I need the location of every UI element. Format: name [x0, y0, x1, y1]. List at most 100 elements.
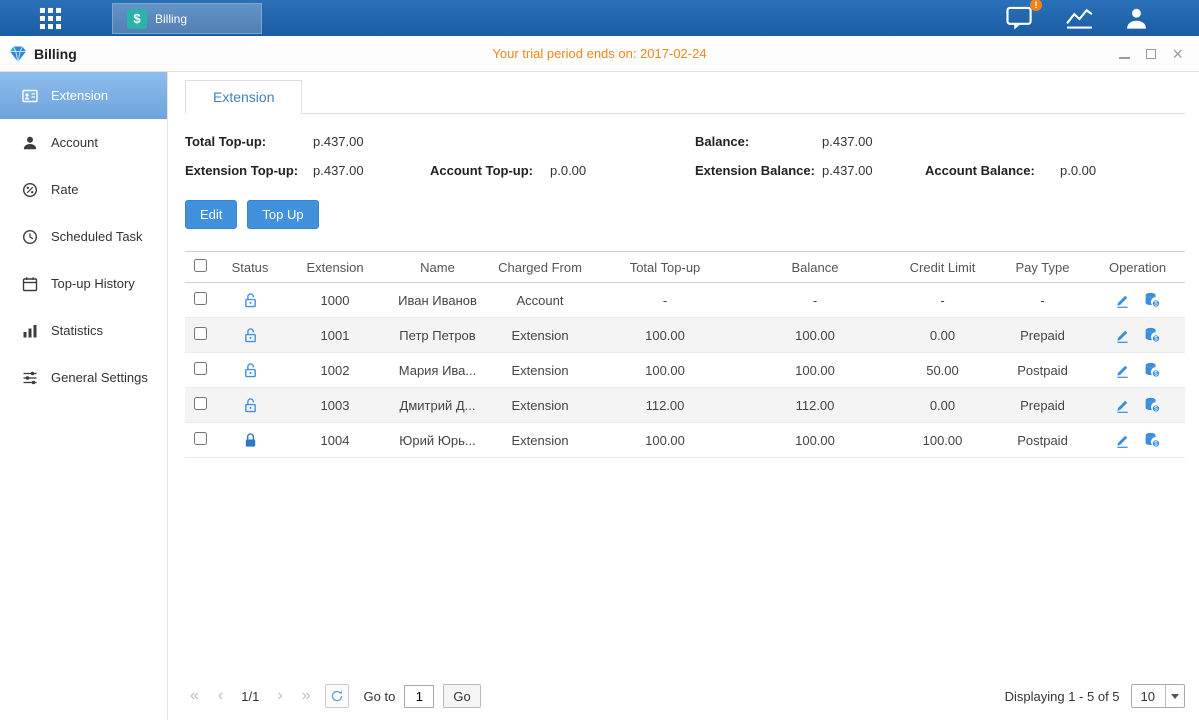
page-size-select[interactable]: 10	[1131, 684, 1185, 708]
cell-total-topup: 112.00	[590, 388, 740, 423]
pagination-right: Displaying 1 - 5 of 5 10	[1005, 684, 1185, 708]
window-title: Billing	[0, 45, 77, 63]
window-titlebar: Billing Your trial period ends on: 2017-…	[0, 36, 1199, 72]
close-button[interactable]: ×	[1172, 46, 1183, 62]
table-row[interactable]: 1002 Мария Ива... Extension 100.00 100.0…	[185, 353, 1185, 388]
extension-balance-value: p.437.00	[822, 156, 925, 185]
extension-table: Status Extension Name Charged From Total…	[185, 251, 1185, 458]
bar-chart-icon	[22, 323, 38, 339]
notifications-button[interactable]: !	[1006, 5, 1035, 31]
prev-page-button[interactable]: ‹	[213, 687, 228, 705]
table-row[interactable]: 1004 Юрий Юрь... Extension 100.00 100.00…	[185, 423, 1185, 458]
last-page-button[interactable]: »	[297, 687, 316, 705]
row-checkbox[interactable]	[194, 362, 207, 375]
tab-extension[interactable]: Extension	[185, 80, 302, 114]
sidebar-item-account[interactable]: Account	[0, 119, 167, 166]
cell-extension: 1003	[285, 388, 385, 423]
top-up-row-icon[interactable]	[1144, 432, 1160, 448]
line-chart-icon	[1065, 7, 1094, 30]
apps-grid-button[interactable]	[28, 0, 72, 36]
taskbar-billing-tab[interactable]: $ Billing	[112, 3, 262, 34]
col-name: Name	[385, 252, 490, 283]
person-icon	[22, 135, 38, 151]
col-balance: Balance	[740, 252, 890, 283]
top-up-button[interactable]: Top Up	[247, 200, 318, 229]
row-checkbox[interactable]	[194, 292, 207, 305]
status-lock-icon[interactable]	[243, 432, 258, 447]
sidebar-item-general-settings[interactable]: General Settings	[0, 354, 167, 401]
sidebar-item-extension[interactable]: Extension	[0, 72, 167, 119]
edit-row-icon[interactable]	[1115, 398, 1130, 413]
refresh-icon	[330, 689, 344, 703]
sidebar-item-label: Rate	[51, 182, 78, 197]
edit-row-icon[interactable]	[1115, 328, 1130, 343]
account-topup-value: p.0.00	[550, 156, 695, 185]
apps-grid-icon	[39, 7, 62, 30]
edit-row-icon[interactable]	[1115, 363, 1130, 378]
extension-topup-value: p.437.00	[313, 156, 430, 185]
edit-row-icon[interactable]	[1115, 433, 1130, 448]
maximize-button[interactable]	[1146, 46, 1156, 62]
top-taskbar: $ Billing !	[0, 0, 1199, 36]
minimize-button[interactable]	[1119, 46, 1130, 62]
cell-name: Петр Петров	[385, 318, 490, 353]
sidebar-item-rate[interactable]: Rate	[0, 166, 167, 213]
displaying-text: Displaying 1 - 5 of 5	[1005, 689, 1120, 704]
next-page-button[interactable]: ›	[272, 687, 287, 705]
sidebar-item-topup-history[interactable]: Top-up History	[0, 260, 167, 307]
refresh-button[interactable]	[325, 684, 349, 708]
col-charged-from: Charged From	[490, 252, 590, 283]
billing-dollar-icon: $	[127, 9, 147, 29]
table-row[interactable]: 1001 Петр Петров Extension 100.00 100.00…	[185, 318, 1185, 353]
resource-monitor-button[interactable]	[1065, 7, 1094, 30]
status-lock-icon[interactable]	[243, 362, 258, 377]
col-status: Status	[215, 252, 285, 283]
status-lock-icon[interactable]	[243, 397, 258, 412]
top-up-row-icon[interactable]	[1144, 292, 1160, 308]
page-indicator: 1/1	[241, 689, 259, 704]
account-balance-label: Account Balance:	[925, 156, 1060, 185]
status-lock-icon[interactable]	[243, 327, 258, 342]
cell-name: Мария Ива...	[385, 353, 490, 388]
app-body: Extension Account Rate Scheduled Task To…	[0, 72, 1199, 720]
cell-balance: 112.00	[740, 388, 890, 423]
user-account-button[interactable]	[1124, 6, 1149, 31]
top-up-row-icon[interactable]	[1144, 327, 1160, 343]
cell-charged-from: Account	[490, 283, 590, 318]
cell-extension: 1004	[285, 423, 385, 458]
app-window: $ Billing ! Billing Your trial period en…	[0, 0, 1199, 720]
cell-total-topup: -	[590, 283, 740, 318]
balance-label: Balance:	[695, 127, 822, 156]
sidebar-item-scheduled-task[interactable]: Scheduled Task	[0, 213, 167, 260]
go-button[interactable]: Go	[443, 684, 480, 708]
extension-card-icon	[22, 88, 38, 104]
page-size-value: 10	[1132, 689, 1165, 704]
extension-topup-label: Extension Top-up:	[185, 156, 313, 185]
col-pay-type: Pay Type	[995, 252, 1090, 283]
cell-name: Иван Иванов	[385, 283, 490, 318]
goto-page-input[interactable]	[404, 685, 434, 708]
trial-notice: Your trial period ends on: 2017-02-24	[0, 46, 1199, 61]
first-page-button[interactable]: «	[185, 687, 204, 705]
sidebar-item-statistics[interactable]: Statistics	[0, 307, 167, 354]
row-checkbox[interactable]	[194, 327, 207, 340]
sidebar-item-label: Extension	[51, 88, 108, 103]
total-topup-value: p.437.00	[313, 127, 430, 156]
col-extension: Extension	[285, 252, 385, 283]
row-checkbox[interactable]	[194, 432, 207, 445]
rate-percent-icon	[22, 182, 38, 198]
top-up-row-icon[interactable]	[1144, 362, 1160, 378]
edit-row-icon[interactable]	[1115, 293, 1130, 308]
table-row[interactable]: 1003 Дмитрий Д... Extension 112.00 112.0…	[185, 388, 1185, 423]
account-balance-value: p.0.00	[1060, 156, 1185, 185]
close-icon: ×	[1172, 47, 1183, 61]
edit-button[interactable]: Edit	[185, 200, 237, 229]
table-row[interactable]: 1000 Иван Иванов Account - - - -	[185, 283, 1185, 318]
status-lock-icon[interactable]	[243, 292, 258, 307]
row-checkbox[interactable]	[194, 397, 207, 410]
select-all-checkbox[interactable]	[194, 259, 207, 272]
top-up-row-icon[interactable]	[1144, 397, 1160, 413]
cell-credit-limit: 0.00	[890, 318, 995, 353]
col-credit-limit: Credit Limit	[890, 252, 995, 283]
taskbar-right-icons: !	[1006, 0, 1199, 36]
